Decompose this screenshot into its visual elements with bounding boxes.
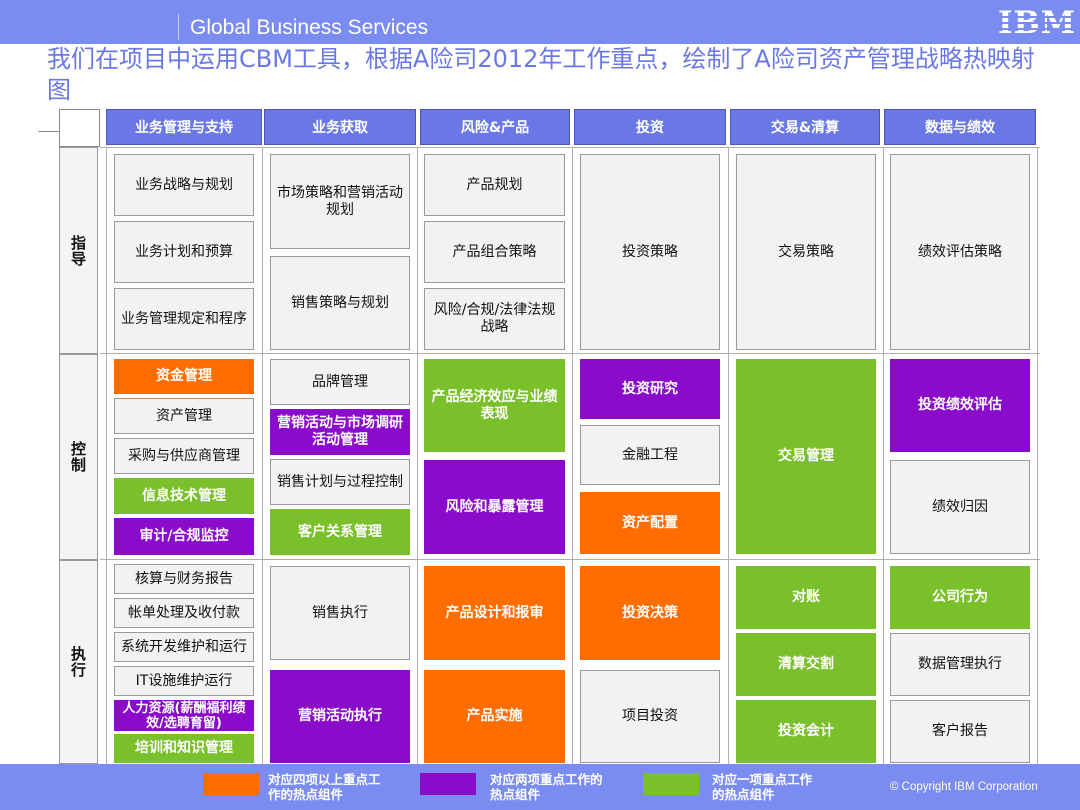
component-box: 绩效评估策略 — [890, 154, 1030, 350]
logo-stripe — [998, 16, 1072, 18]
row-label-text: 执行 — [69, 646, 87, 678]
component-box: 营销活动执行 — [270, 670, 410, 763]
grid-line — [1037, 147, 1038, 764]
component-box: 产品实施 — [424, 670, 565, 763]
component-box: 投资研究 — [580, 359, 720, 419]
component-box: 培训和知识管理 — [114, 734, 254, 763]
row-label-execute: 执行 — [59, 560, 98, 764]
component-box: 销售策略与规划 — [270, 256, 410, 350]
component-box: 项目投资 — [580, 670, 720, 763]
page-title: 我们在项目中运用CBM工具，根据A险司2012年工作重点，绘制了A险司资产管理战… — [47, 45, 1035, 104]
component-box: 业务计划和预算 — [114, 221, 254, 283]
legend-label: 对应一项重点工作的热点组件 — [712, 772, 813, 802]
grid-line — [106, 147, 107, 764]
legend-swatch-purple — [420, 773, 476, 795]
column-header: 业务获取 — [264, 109, 416, 145]
column-header: 数据与绩效 — [884, 109, 1036, 145]
row-label-text: 指导 — [69, 234, 87, 267]
component-box: IT设施维护运行 — [114, 666, 254, 696]
component-box: 信息技术管理 — [114, 478, 254, 514]
component-box: 交易管理 — [736, 359, 876, 554]
component-box: 金融工程 — [580, 425, 720, 485]
logo-stripe — [998, 28, 1072, 30]
component-box: 风险/合规/法律法规战略 — [424, 288, 565, 350]
component-box: 客户报告 — [890, 700, 1030, 763]
component-box: 投资策略 — [580, 154, 720, 350]
component-box: 业务战略与规划 — [114, 154, 254, 216]
component-box: 产品经济效应与业绩表现 — [424, 359, 565, 452]
component-box: 营销活动与市场调研活动管理 — [270, 409, 410, 455]
legend-label: 对应四项以上重点工作的热点组件 — [268, 772, 381, 802]
component-box: 资金管理 — [114, 359, 254, 394]
component-box: 绩效归因 — [890, 460, 1030, 554]
component-box: 产品规划 — [424, 154, 565, 216]
component-box: 帐单处理及收付款 — [114, 598, 254, 628]
column-header: 业务管理与支持 — [106, 109, 262, 145]
corner-connector — [38, 131, 59, 132]
logo-stripe — [998, 22, 1072, 24]
component-box: 资产配置 — [580, 492, 720, 554]
grid-line — [100, 353, 1040, 354]
ibm-logo: IBM — [998, 8, 1075, 39]
legend-swatch-orange — [203, 773, 259, 795]
grid-line — [572, 147, 573, 764]
component-box: 数据管理执行 — [890, 633, 1030, 696]
component-box: 产品设计和报审 — [424, 566, 565, 660]
component-box: 系统开发维护和运行 — [114, 632, 254, 662]
component-box: 采购与供应商管理 — [114, 438, 254, 474]
grid-line — [100, 147, 1040, 148]
row-label-text: 控制 — [69, 441, 87, 473]
corner-cell — [59, 109, 100, 147]
component-box: 审计/合规监控 — [114, 518, 254, 555]
row-label-control: 控制 — [59, 354, 98, 560]
component-box: 投资会计 — [736, 700, 876, 763]
component-box: 公司行为 — [890, 566, 1030, 629]
component-box: 品牌管理 — [270, 359, 410, 405]
legend-label: 对应两项重点工作的热点组件 — [490, 772, 603, 802]
grid-line — [100, 559, 1040, 560]
component-box: 对账 — [736, 566, 876, 629]
component-box: 清算交割 — [736, 633, 876, 696]
component-box: 核算与财务报告 — [114, 564, 254, 594]
grid-line — [883, 147, 884, 764]
component-box: 资产管理 — [114, 398, 254, 434]
component-box: 销售计划与过程控制 — [270, 459, 410, 505]
grid-line — [262, 147, 263, 764]
component-box: 客户关系管理 — [270, 509, 410, 555]
grid-line — [728, 147, 729, 764]
component-box: 销售执行 — [270, 566, 410, 660]
row-label-guide: 指导 — [59, 147, 98, 354]
legend-swatch-green — [643, 773, 699, 795]
copyright-text: © Copyright IBM Corporation — [890, 781, 1038, 793]
column-header: 投资 — [574, 109, 726, 145]
header-bar: Global Business Services IBM — [0, 0, 1080, 44]
header-divider — [178, 14, 179, 40]
grid-line — [417, 147, 418, 764]
component-box: 投资决策 — [580, 566, 720, 660]
component-box: 产品组合策略 — [424, 221, 565, 283]
brand-text: Global Business Services — [190, 16, 429, 39]
column-header: 交易&清算 — [730, 109, 880, 145]
column-header: 风险&产品 — [420, 109, 570, 145]
component-box: 投资绩效评估 — [890, 359, 1030, 452]
component-box: 人力资源(薪酬福利绩效/选聘育留) — [114, 700, 254, 731]
component-box: 市场策略和营销活动规划 — [270, 154, 410, 249]
component-box: 风险和暴露管理 — [424, 460, 565, 554]
component-box: 业务管理规定和程序 — [114, 288, 254, 350]
component-box: 交易策略 — [736, 154, 876, 350]
